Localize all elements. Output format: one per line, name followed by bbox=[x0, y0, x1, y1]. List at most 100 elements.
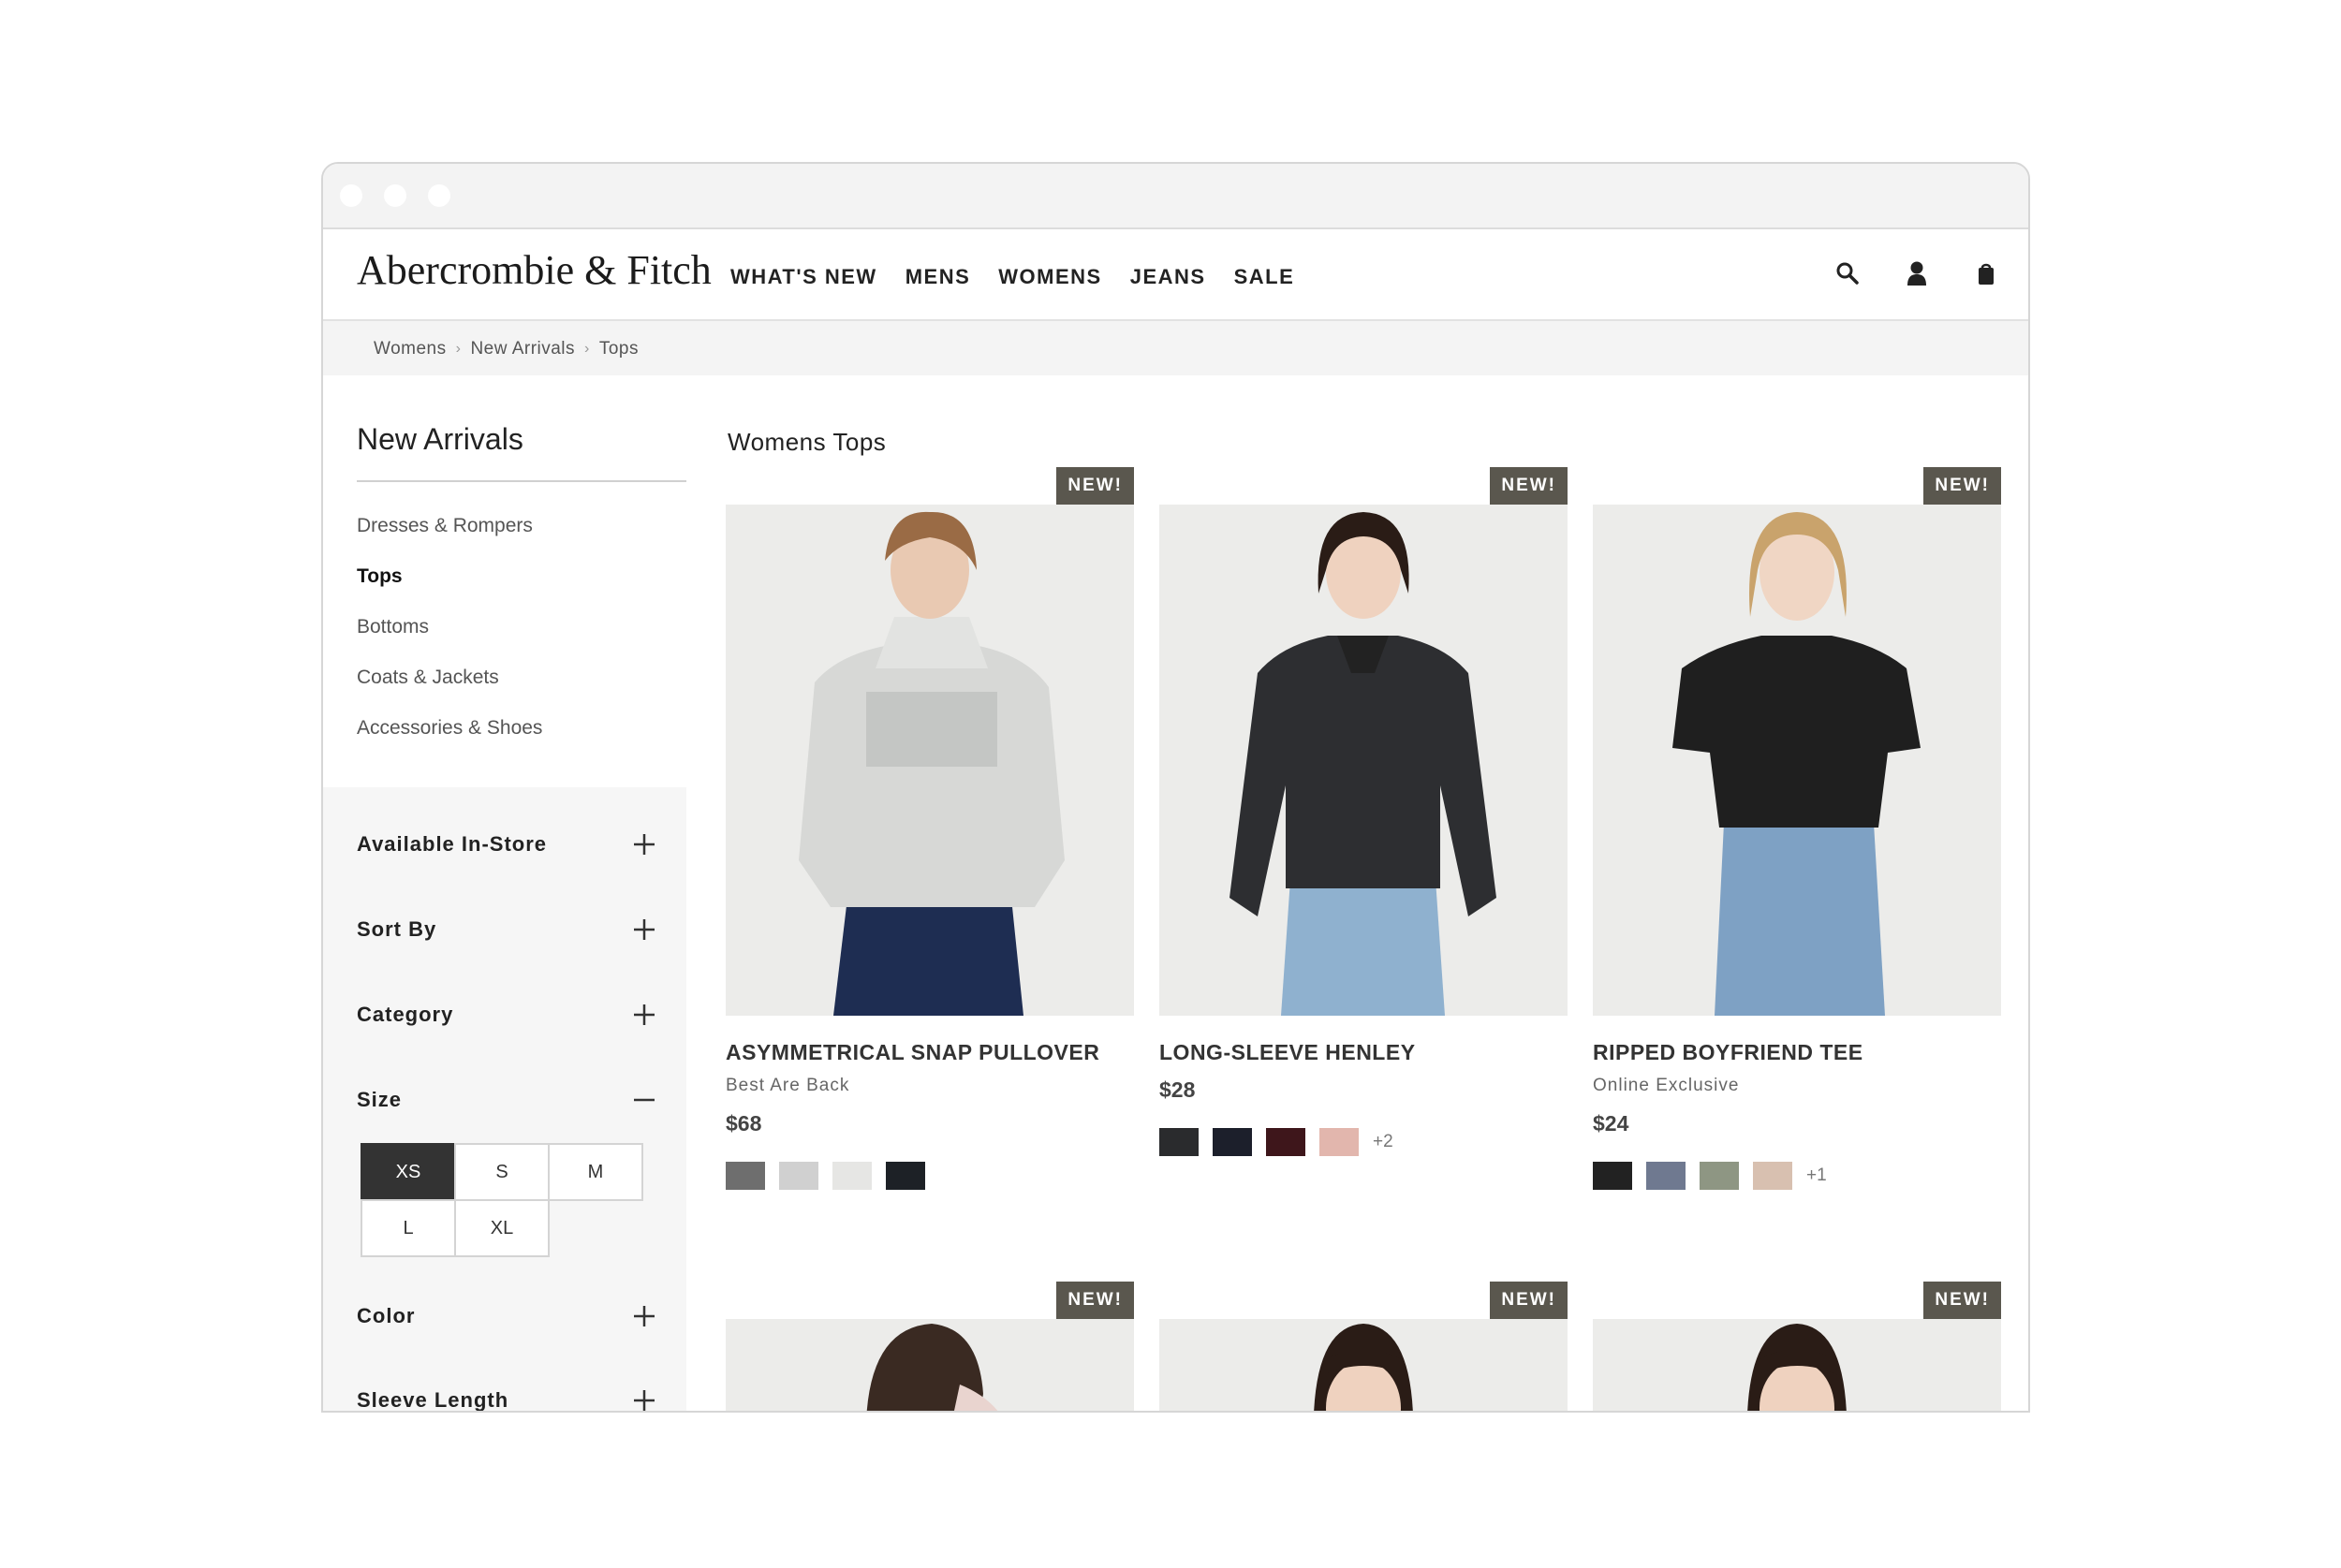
plus-icon bbox=[634, 1306, 655, 1326]
color-swatch[interactable] bbox=[1753, 1162, 1792, 1190]
product-name[interactable]: RIPPED BOYFRIEND TEE bbox=[1593, 1040, 1863, 1065]
size-option-l[interactable]: L bbox=[361, 1199, 456, 1257]
color-swatch[interactable] bbox=[1159, 1128, 1199, 1156]
product-image[interactable] bbox=[726, 505, 1134, 1016]
product-image[interactable] bbox=[1159, 1319, 1568, 1411]
size-option-s[interactable]: S bbox=[454, 1143, 550, 1201]
product-name[interactable]: LONG-SLEEVE HENLEY bbox=[1159, 1040, 1416, 1065]
product-photo-henley bbox=[1159, 505, 1568, 1016]
product-card[interactable]: NEW! ASYMMETRICAL SNAP PULLOVER Best Are… bbox=[726, 467, 1134, 1235]
product-price: $28 bbox=[1159, 1077, 1196, 1102]
more-colors-count[interactable]: +1 bbox=[1806, 1165, 1827, 1186]
filter-label: Sleeve Length bbox=[357, 1388, 509, 1412]
plus-icon bbox=[634, 1390, 655, 1411]
size-option-m[interactable]: M bbox=[548, 1143, 643, 1201]
color-swatch[interactable] bbox=[1646, 1162, 1686, 1190]
product-photo-row2-1 bbox=[726, 1319, 1134, 1411]
color-swatch[interactable] bbox=[832, 1162, 872, 1190]
product-photo-tee bbox=[1593, 505, 2001, 1016]
size-option-xl[interactable]: XL bbox=[454, 1199, 550, 1257]
filter-category[interactable]: Category bbox=[357, 995, 656, 1033]
filter-color[interactable]: Color bbox=[357, 1297, 656, 1334]
product-image[interactable] bbox=[726, 1319, 1134, 1411]
category-panel: New Arrivals Dresses & Rompers Tops Bott… bbox=[323, 375, 686, 787]
product-card[interactable]: NEW! LONG-SLEEVE HENLEY $28 +2 bbox=[1159, 467, 1568, 1235]
product-image[interactable] bbox=[1593, 1319, 2001, 1411]
minus-icon bbox=[634, 1098, 655, 1102]
new-badge: NEW! bbox=[1056, 1282, 1134, 1319]
browser-window: Abercrombie & Fitch WHAT'S NEW MENS WOME… bbox=[321, 162, 2030, 1413]
new-badge: NEW! bbox=[1923, 1282, 2001, 1319]
sidebar-item-dresses-rompers[interactable]: Dresses & Rompers bbox=[357, 514, 542, 564]
nav-jeans[interactable]: JEANS bbox=[1130, 265, 1206, 289]
color-swatch[interactable] bbox=[779, 1162, 818, 1190]
breadcrumb-tops[interactable]: Tops bbox=[599, 339, 639, 359]
product-card[interactable]: NEW! bbox=[1159, 1282, 1568, 1411]
color-swatch[interactable] bbox=[1593, 1162, 1632, 1190]
product-photo-pullover bbox=[726, 505, 1134, 1016]
main-nav: WHAT'S NEW MENS WOMENS JEANS SALE bbox=[730, 265, 1294, 289]
window-titlebar bbox=[323, 164, 2028, 229]
filter-label: Size bbox=[357, 1088, 403, 1111]
sidebar: New Arrivals Dresses & Rompers Tops Bott… bbox=[323, 375, 686, 1412]
sidebar-title: New Arrivals bbox=[357, 422, 523, 456]
new-badge: NEW! bbox=[1490, 1282, 1568, 1319]
color-swatch[interactable] bbox=[1319, 1128, 1359, 1156]
plus-icon bbox=[634, 834, 655, 855]
color-swatches: +1 bbox=[1593, 1162, 1827, 1190]
color-swatch[interactable] bbox=[1266, 1128, 1305, 1156]
divider bbox=[357, 480, 686, 482]
nav-womens[interactable]: WOMENS bbox=[998, 265, 1101, 289]
nav-sale[interactable]: SALE bbox=[1234, 265, 1295, 289]
breadcrumb-womens[interactable]: Womens bbox=[374, 339, 447, 359]
nav-whats-new[interactable]: WHAT'S NEW bbox=[730, 265, 877, 289]
brand-logo[interactable]: Abercrombie & Fitch bbox=[357, 246, 712, 294]
site-header: Abercrombie & Fitch WHAT'S NEW MENS WOME… bbox=[323, 229, 2028, 321]
filter-sort-by[interactable]: Sort By bbox=[357, 910, 656, 947]
filter-label: Available In-Store bbox=[357, 832, 548, 856]
search-icon[interactable] bbox=[1833, 259, 1862, 287]
breadcrumb-new-arrivals[interactable]: New Arrivals bbox=[470, 339, 575, 359]
color-swatches: +2 bbox=[1159, 1128, 1393, 1156]
new-badge: NEW! bbox=[1056, 467, 1134, 505]
new-badge: NEW! bbox=[1490, 467, 1568, 505]
filter-sleeve-length[interactable]: Sleeve Length bbox=[357, 1381, 656, 1412]
sidebar-item-tops[interactable]: Tops bbox=[357, 564, 542, 615]
window-close-dot[interactable] bbox=[340, 184, 362, 207]
shopping-bag-icon[interactable] bbox=[1972, 259, 2000, 287]
product-card[interactable]: NEW! RIPPED BOYFRIEND TEE Online Exclusi… bbox=[1593, 467, 2001, 1235]
filter-size[interactable]: Size bbox=[357, 1080, 656, 1118]
new-badge: NEW! bbox=[1923, 467, 2001, 505]
color-swatch[interactable] bbox=[1213, 1128, 1252, 1156]
product-name[interactable]: ASYMMETRICAL SNAP PULLOVER bbox=[726, 1040, 1099, 1065]
product-card[interactable]: NEW! bbox=[1593, 1282, 2001, 1411]
chevron-right-icon: › bbox=[584, 341, 590, 357]
page-title: Womens Tops bbox=[728, 428, 887, 456]
window-minimize-dot[interactable] bbox=[384, 184, 406, 207]
filter-available-in-store[interactable]: Available In-Store bbox=[357, 825, 656, 862]
plus-icon bbox=[634, 919, 655, 940]
color-swatch[interactable] bbox=[726, 1162, 765, 1190]
color-swatches bbox=[726, 1162, 925, 1190]
product-price: $68 bbox=[726, 1111, 762, 1136]
color-swatch[interactable] bbox=[886, 1162, 925, 1190]
product-subtitle: Best Are Back bbox=[726, 1076, 850, 1095]
product-image[interactable] bbox=[1593, 505, 2001, 1016]
nav-mens[interactable]: MENS bbox=[905, 265, 971, 289]
window-maximize-dot[interactable] bbox=[428, 184, 450, 207]
category-links: Dresses & Rompers Tops Bottoms Coats & J… bbox=[357, 514, 542, 767]
sidebar-item-coats-jackets[interactable]: Coats & Jackets bbox=[357, 666, 542, 716]
sidebar-item-bottoms[interactable]: Bottoms bbox=[357, 615, 542, 666]
size-option-xs[interactable]: XS bbox=[361, 1143, 456, 1201]
more-colors-count[interactable]: +2 bbox=[1373, 1132, 1393, 1152]
product-card[interactable]: NEW! bbox=[726, 1282, 1134, 1411]
chevron-right-icon: › bbox=[455, 341, 462, 357]
color-swatch[interactable] bbox=[1700, 1162, 1739, 1190]
breadcrumb: Womens › New Arrivals › Tops bbox=[374, 339, 639, 359]
filter-label: Category bbox=[357, 1003, 454, 1026]
account-icon[interactable] bbox=[1903, 259, 1931, 287]
product-image[interactable] bbox=[1159, 505, 1568, 1016]
filter-label: Sort By bbox=[357, 917, 437, 941]
sidebar-item-accessories-shoes[interactable]: Accessories & Shoes bbox=[357, 716, 542, 767]
product-price: $24 bbox=[1593, 1111, 1629, 1136]
